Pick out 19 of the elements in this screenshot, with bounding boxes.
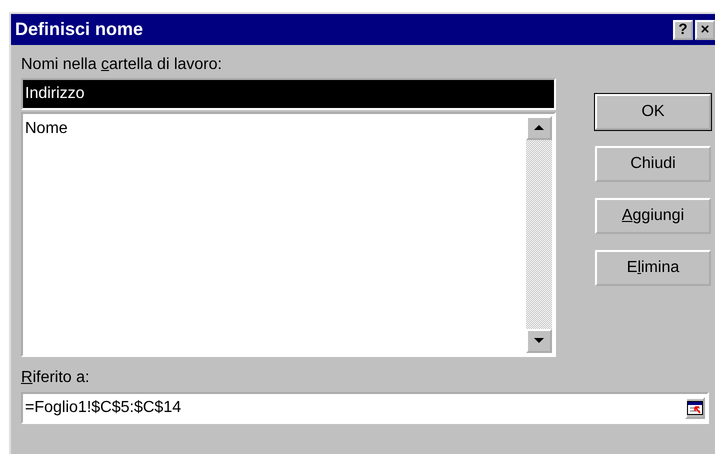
close-button[interactable]: × <box>695 20 715 40</box>
scroll-up-button[interactable] <box>526 116 552 140</box>
field-label: Nomi nella cartella di lavoro: <box>21 56 223 74</box>
field-label: Riferito a: <box>21 369 90 387</box>
refers-to-field[interactable]: =Foglio1!$C$5:$C$14 <box>21 392 709 424</box>
help-button[interactable]: ? <box>673 20 693 40</box>
dialog-button[interactable]: Aggiungi <box>595 198 711 234</box>
down-arrow-icon <box>534 338 544 344</box>
list-item[interactable]: Nome <box>25 120 524 138</box>
dialog-button[interactable]: Chiudi <box>595 146 711 182</box>
vertical-scrollbar[interactable] <box>526 114 554 355</box>
window-title: Definisci nome <box>15 19 144 40</box>
dialog-button[interactable]: OK <box>595 94 711 130</box>
up-arrow-icon <box>534 125 544 131</box>
scroll-down-button[interactable] <box>526 329 552 353</box>
name-field[interactable]: Indirizzo <box>21 78 556 110</box>
range-select-icon[interactable] <box>685 397 705 419</box>
names-list[interactable]: Nome <box>21 112 556 357</box>
dialog-button[interactable]: Elimina <box>595 250 711 286</box>
